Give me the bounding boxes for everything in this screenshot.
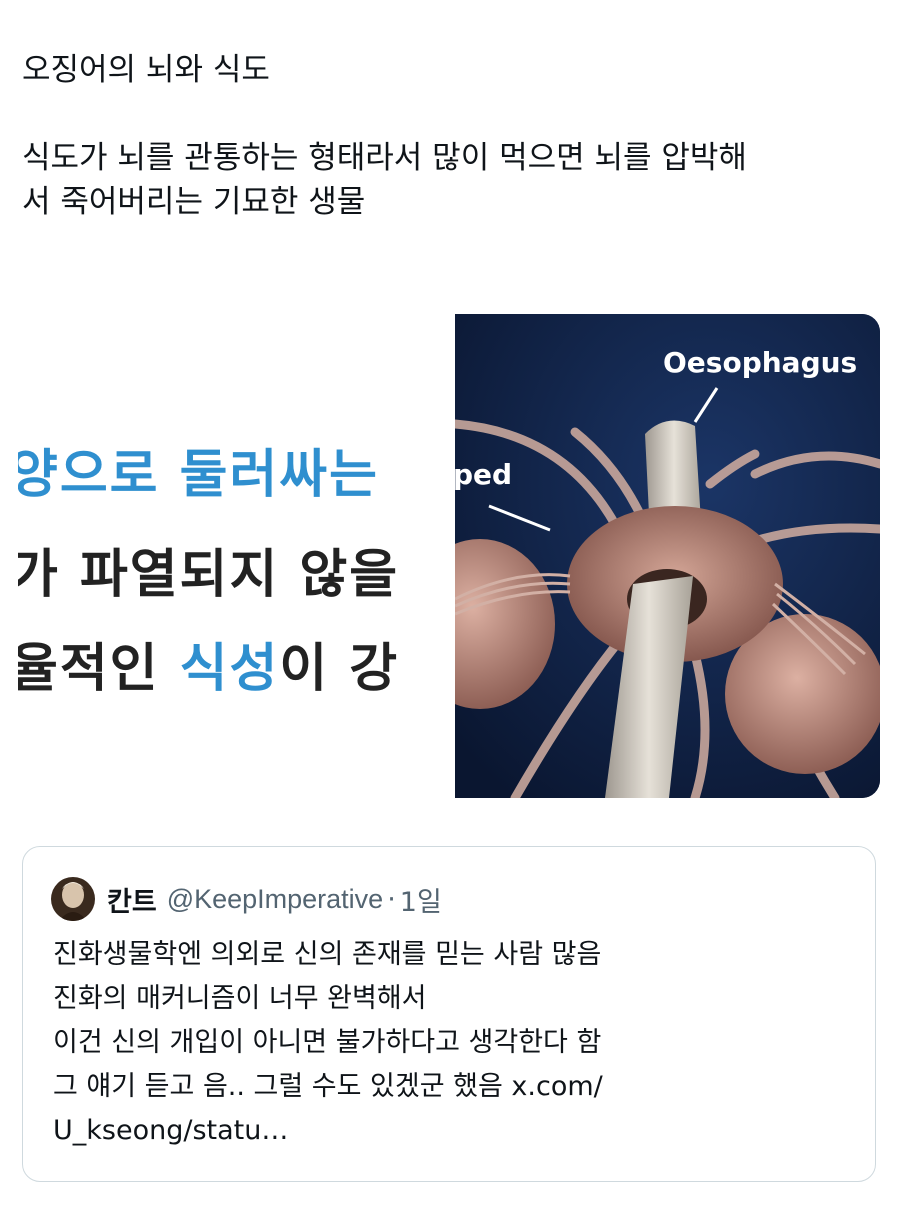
quoted-body-line: 진화의 매커니즘이 너무 완벽해서	[53, 983, 427, 1014]
quoted-author-name[interactable]: 칸트	[107, 880, 157, 919]
squid-anatomy-illustration: Oesophagus ped	[455, 314, 880, 798]
image-text-fragment: 이 강	[279, 639, 400, 699]
image-text-line: 양으로 둘러싸는	[18, 445, 379, 505]
media-image-left[interactable]: 양으로 둘러싸는 가 파열되지 않을 율적인 식성이 강	[18, 314, 454, 798]
avatar-portrait-icon	[51, 877, 95, 921]
tweet-title: 오징어의 뇌와 식도	[22, 52, 270, 88]
tweet-body-line: 식도가 뇌를 관통하는 형태라서 많이 먹으면 뇌를 압박해	[22, 140, 747, 176]
tweet-text: 오징어의 뇌와 식도 식도가 뇌를 관통하는 형태라서 많이 먹으면 뇌를 압박…	[22, 48, 882, 224]
image-text-line: 율적인 식성이 강	[18, 626, 399, 701]
quoted-body-line: U_kseong/statu…	[53, 1115, 289, 1146]
quoted-author-handle[interactable]: @KeepImperative	[167, 884, 384, 915]
quoted-timestamp[interactable]: 1일	[400, 880, 442, 919]
media-image-right[interactable]: Oesophagus ped	[455, 314, 880, 798]
quoted-tweet-header: 칸트 @KeepImperative · 1일	[51, 877, 442, 921]
image-text-highlight: 식성	[179, 639, 280, 699]
separator-dot: ·	[387, 883, 396, 915]
quoted-body-line: 진화생물학엔 의외로 신의 존재를 믿는 사람 많음	[53, 939, 602, 970]
oesophagus-label: Oesophagus	[663, 346, 857, 379]
quoted-body-line: 그 얘기 듣고 음.. 그럴 수도 있겠군 했음 x.com/	[53, 1071, 603, 1102]
image-text-fragment: 율적인	[18, 639, 180, 699]
avatar[interactable]	[51, 877, 95, 921]
quoted-tweet[interactable]: 칸트 @KeepImperative · 1일 진화생물학엔 의외로 신의 존재…	[22, 846, 876, 1182]
quoted-tweet-body: 진화생물학엔 의외로 신의 존재를 믿는 사람 많음 진화의 매커니즘이 너무 …	[53, 933, 853, 1153]
quoted-body-line: 이건 신의 개입이 아니면 불가하다고 생각한다 함	[53, 1027, 602, 1058]
image-text-line: 가 파열되지 않을	[18, 545, 400, 605]
tweet-body-line: 서 죽어버리는 기묘한 생물	[22, 184, 366, 220]
tweet-media[interactable]: 양으로 둘러싸는 가 파열되지 않을 율적인 식성이 강 Oesophagus …	[18, 314, 880, 798]
partial-label: ped	[455, 458, 512, 491]
